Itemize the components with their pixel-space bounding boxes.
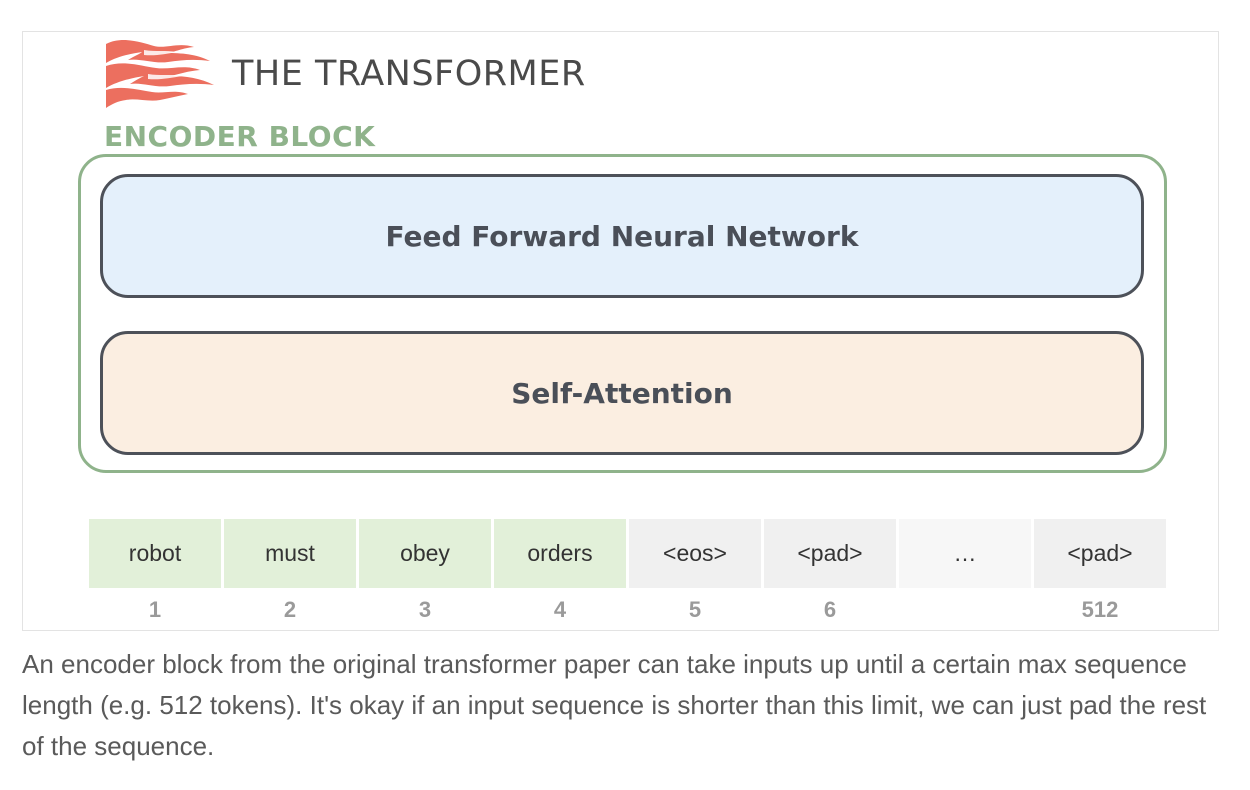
- position-index-row: 1 2 3 4 5 6 512: [89, 593, 1166, 627]
- position-index: 5: [688, 597, 702, 622]
- token-cell: obey: [359, 519, 491, 588]
- position-index: 512: [1081, 597, 1119, 622]
- ellipsis-cell: …: [899, 519, 1031, 588]
- position-index: 6: [823, 597, 837, 622]
- eos-token-cell: <eos>: [629, 519, 761, 588]
- position-index: 2: [283, 597, 297, 622]
- position-index: 3: [418, 597, 432, 622]
- flame-logo-icon: [106, 40, 214, 108]
- input-token-row: robot must obey orders <eos> <pad> … <pa…: [89, 519, 1166, 588]
- pad-token-cell: <pad>: [764, 519, 896, 588]
- feed-forward-layer: Feed Forward Neural Network: [100, 174, 1144, 298]
- pad-token-cell: <pad>: [1034, 519, 1166, 588]
- position-index: 4: [553, 597, 567, 622]
- figure-caption: An encoder block from the original trans…: [22, 649, 1207, 761]
- main-title: THE TRANSFORMER: [232, 54, 586, 94]
- position-index: [899, 593, 1031, 627]
- token-cell: orders: [494, 519, 626, 588]
- position-index: 1: [148, 597, 162, 622]
- self-attention-layer: Self-Attention: [100, 331, 1144, 455]
- token-cell: must: [224, 519, 356, 588]
- encoder-block-label: ENCODER BLOCK: [104, 120, 376, 153]
- token-cell: robot: [89, 519, 221, 588]
